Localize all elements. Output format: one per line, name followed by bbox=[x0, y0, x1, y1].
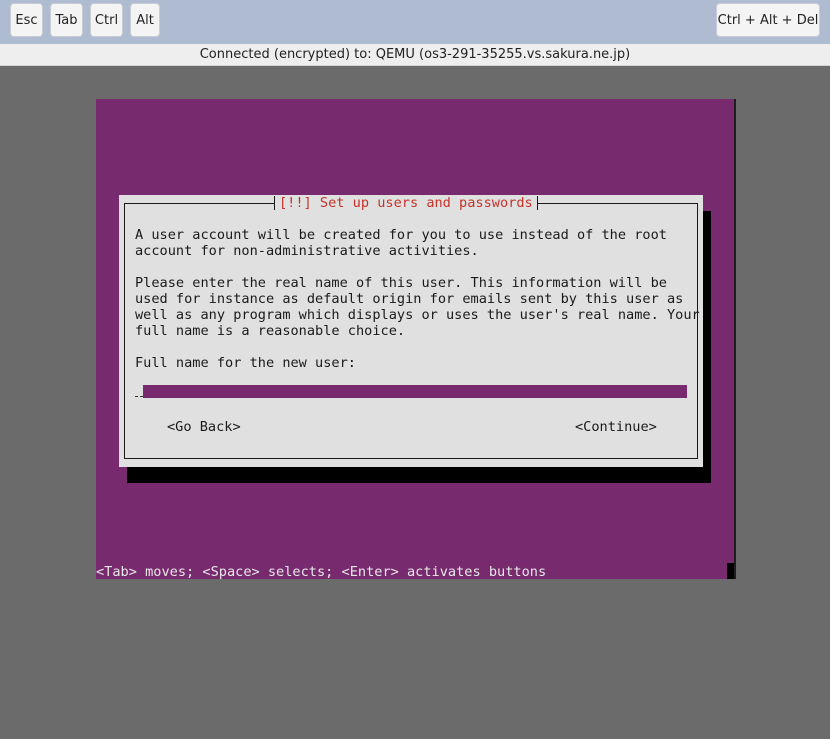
alt-key-button[interactable]: Alt bbox=[130, 3, 160, 37]
full-name-label: Full name for the new user: bbox=[135, 355, 356, 371]
connection-status: Connected (encrypted) to: QEMU (os3-291-… bbox=[0, 44, 830, 66]
ctrl-key-button[interactable]: Ctrl bbox=[90, 3, 123, 37]
esc-key-button[interactable]: Esc bbox=[10, 3, 43, 37]
go-back-button[interactable]: <Go Back> bbox=[167, 419, 241, 435]
continue-button[interactable]: <Continue> bbox=[575, 419, 657, 435]
dialog-paragraph-intro: A user account will be created for you t… bbox=[135, 227, 667, 259]
tab-key-button[interactable]: Tab bbox=[50, 3, 83, 37]
console-right-edge bbox=[734, 99, 736, 579]
console-screen[interactable]: [!!] Set up users and passwords A user a… bbox=[96, 99, 735, 579]
vnc-toolbar: Esc Tab Ctrl Alt Ctrl + Alt + Del bbox=[0, 0, 830, 44]
ctrl-alt-del-button[interactable]: Ctrl + Alt + Del bbox=[716, 3, 820, 37]
full-name-field-wrap bbox=[135, 385, 687, 401]
dialog-paragraph-instructions: Please enter the real name of this user.… bbox=[135, 275, 700, 339]
full-name-input[interactable] bbox=[143, 385, 687, 398]
keyboard-help-text: <Tab> moves; <Space> selects; <Enter> ac… bbox=[96, 564, 547, 579]
setup-users-dialog: [!!] Set up users and passwords A user a… bbox=[119, 195, 703, 467]
dialog-title: [!!] Set up users and passwords bbox=[274, 195, 538, 211]
